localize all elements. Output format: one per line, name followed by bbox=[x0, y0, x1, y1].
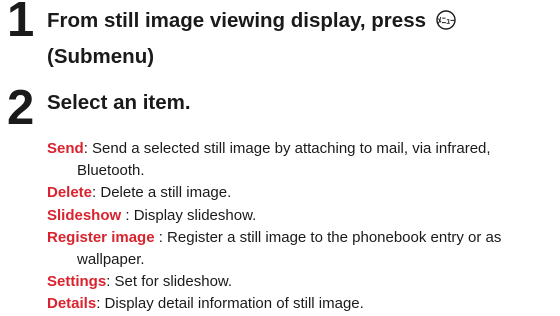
item-description: : Send a selected still image by attachi… bbox=[77, 140, 491, 180]
list-item: Slideshow : Display slideshow. bbox=[47, 205, 557, 227]
list-item: Register image : Register a still image … bbox=[47, 227, 557, 271]
item-description: : Set for slideshow. bbox=[106, 273, 233, 291]
step-instruction-line1: From still image viewing display, press … bbox=[47, 4, 456, 38]
submenu-key-icon: ﾒﾆｭｰ bbox=[436, 10, 456, 30]
list-item: Settings: Set for slideshow. bbox=[47, 271, 557, 293]
submenu-item-list: Send: Send a selected still image by att… bbox=[47, 138, 557, 316]
item-description: : Display slideshow. bbox=[121, 206, 257, 224]
item-term: Register image bbox=[47, 228, 155, 246]
list-item: Send: Send a selected still image by att… bbox=[47, 138, 557, 182]
item-description: : Display detail information of still im… bbox=[96, 295, 364, 313]
item-description: : Delete a still image. bbox=[92, 184, 232, 202]
step-instruction-line2: (Submenu) bbox=[47, 45, 155, 68]
item-term: Details bbox=[47, 295, 97, 313]
item-term: Delete bbox=[47, 184, 93, 202]
step-title: Select an item. bbox=[47, 91, 191, 114]
item-term: Send bbox=[47, 140, 84, 157]
item-term: Slideshow bbox=[47, 206, 122, 224]
list-item: Details: Display detail information of s… bbox=[47, 293, 557, 315]
svg-text:ﾒﾆｭｰ: ﾒﾆｭｰ bbox=[437, 16, 455, 26]
step-number: 1 bbox=[7, 0, 34, 47]
step-instruction-text: From still image viewing display, press bbox=[47, 9, 426, 32]
item-term: Settings bbox=[47, 273, 107, 291]
list-item: Delete: Delete a still image. bbox=[47, 182, 557, 204]
step-number: 2 bbox=[7, 81, 34, 135]
